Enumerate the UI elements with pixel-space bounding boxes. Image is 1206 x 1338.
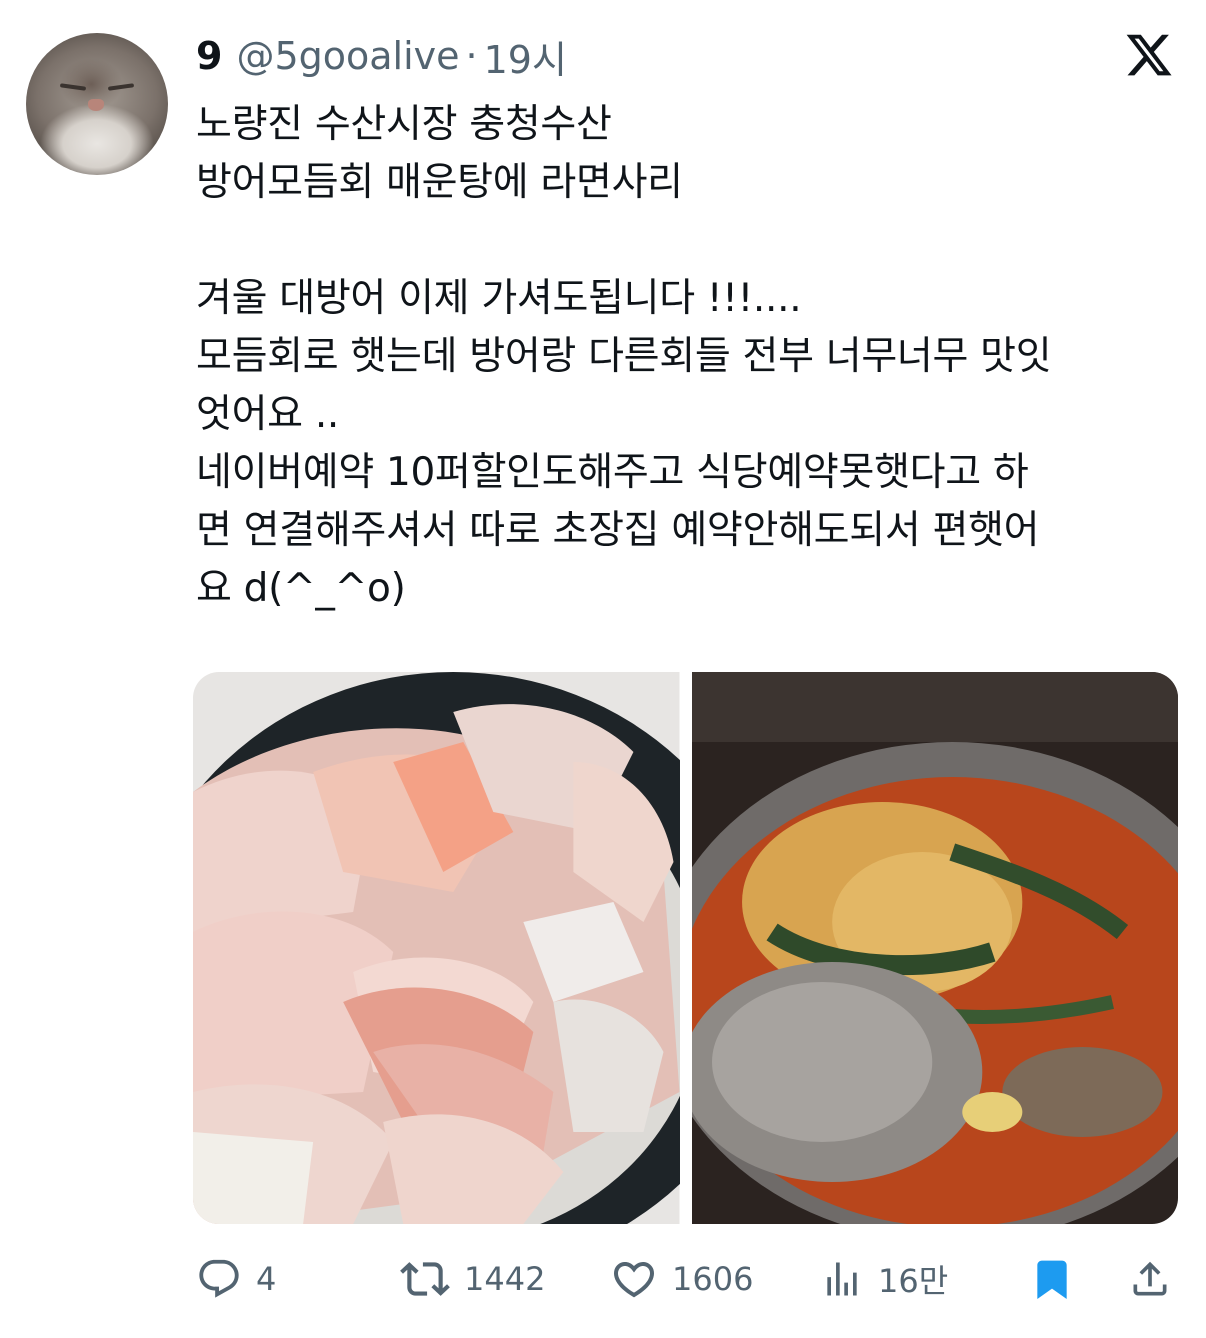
views-count: 16만 bbox=[878, 1262, 949, 1300]
retweet-count: 1442 bbox=[464, 1260, 546, 1298]
avatar-cat-nose bbox=[88, 99, 104, 111]
sashimi-platter-photo-icon bbox=[193, 672, 680, 1224]
avatar-cat-eye bbox=[107, 83, 135, 91]
spicy-fish-stew-with-ramen-photo-icon bbox=[691, 672, 1178, 1224]
like-count: 1606 bbox=[672, 1260, 754, 1298]
tweet-timestamp[interactable]: 19시 bbox=[484, 29, 567, 84]
bookmark-button[interactable] bbox=[1030, 1252, 1074, 1306]
retweet-button[interactable]: 1442 bbox=[400, 1252, 545, 1306]
bookmark-filled-icon bbox=[1037, 1260, 1067, 1300]
retweet-icon bbox=[400, 1262, 450, 1296]
views-button[interactable]: 16만 bbox=[820, 1252, 948, 1306]
tweet-media bbox=[193, 672, 1178, 1224]
share-button[interactable] bbox=[1128, 1252, 1172, 1306]
heart-icon bbox=[613, 1262, 655, 1298]
stew-photo[interactable] bbox=[691, 672, 1178, 1224]
like-button[interactable]: 1606 bbox=[610, 1252, 753, 1306]
profile-avatar[interactable] bbox=[26, 33, 168, 175]
header-separator: · bbox=[465, 34, 478, 78]
tweet-text: 노량진 수산시장 충청수산 방어모듬회 매운탕에 라면사리 겨울 대방어 이제 … bbox=[196, 102, 1052, 611]
share-upload-icon bbox=[1133, 1261, 1167, 1296]
avatar-cat-eye bbox=[59, 83, 87, 91]
views-chart-icon bbox=[827, 1262, 857, 1296]
reply-icon bbox=[199, 1259, 239, 1298]
author-name[interactable]: 9 bbox=[196, 34, 222, 78]
reply-button[interactable]: 4 bbox=[196, 1252, 276, 1306]
tweet-header: 9 @5gooalive · 19시 bbox=[196, 28, 567, 84]
author-handle[interactable]: @5gooalive bbox=[236, 34, 459, 78]
reply-count: 4 bbox=[256, 1260, 277, 1298]
sashimi-photo[interactable] bbox=[193, 672, 680, 1224]
tweet-actions: 4 1442 1606 16만 bbox=[196, 1252, 1176, 1306]
x-logo-icon bbox=[1126, 34, 1172, 76]
